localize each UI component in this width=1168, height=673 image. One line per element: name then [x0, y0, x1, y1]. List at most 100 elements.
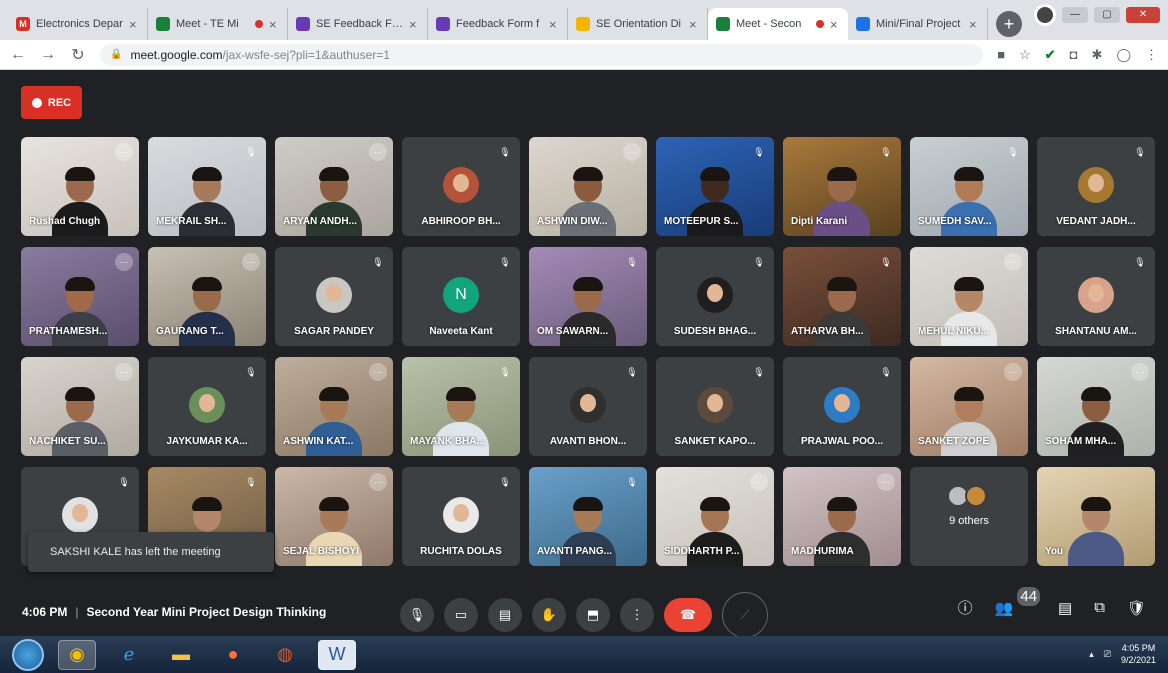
present-button[interactable]: ⬒ — [576, 598, 610, 632]
browser-tab[interactable]: Feedback Form f × — [428, 8, 568, 40]
tile-options-icon[interactable]: ⋯ — [877, 473, 895, 491]
leave-call-button[interactable]: ☎ — [664, 598, 712, 632]
tray-arrow-icon[interactable]: ▴ — [1089, 649, 1094, 660]
tile-options-icon[interactable]: ⋯ — [1004, 363, 1022, 381]
reload-icon[interactable]: ↻ — [70, 45, 86, 65]
word-taskbar-icon[interactable]: W — [318, 639, 356, 670]
participant-tile[interactable]: 🎙 ATHARVA BH... — [783, 247, 901, 346]
participant-tile[interactable]: ⋯ SEJAL BISHOYI — [275, 467, 393, 566]
tile-options-icon[interactable]: ⋯ — [369, 143, 387, 161]
tile-options-icon[interactable]: ⋯ — [115, 143, 133, 161]
chat-icon[interactable]: ▤ — [1058, 599, 1072, 617]
participant-tile[interactable]: 🎙 SANKET KAPO... — [656, 357, 774, 456]
participant-tile[interactable]: 🎙 ABHIROOP BH... — [402, 137, 520, 236]
app-taskbar-icon[interactable]: ◍ — [266, 640, 304, 670]
profile-icon[interactable]: ◯ — [1116, 47, 1131, 63]
participant-tile[interactable]: 🎙 VEDANT JADH... — [1037, 137, 1155, 236]
camera-permission-icon[interactable]: ■ — [997, 47, 1005, 62]
participant-tile[interactable]: You — [1037, 467, 1155, 566]
participant-tile[interactable]: ⋯ Rushad Chugh — [21, 137, 139, 236]
profile-avatar[interactable] — [1034, 4, 1056, 26]
meeting-details-icon[interactable]: ⓘ — [958, 597, 973, 618]
minimize-button[interactable]: — — [1062, 7, 1088, 23]
participant-tile[interactable]: 🎙 MEKRAIL SH... — [148, 137, 266, 236]
close-tab-icon[interactable]: × — [409, 17, 419, 32]
participant-tile[interactable]: ⋯ SOHAM MHA... — [1037, 357, 1155, 456]
taskbar-clock[interactable]: 4:05 PM 9/2/2021 — [1121, 642, 1156, 666]
tile-options-icon[interactable]: ⋯ — [1131, 363, 1149, 381]
maximize-button[interactable]: ▢ — [1094, 7, 1120, 23]
participant-tile[interactable]: ⋯ SANKET ZOPE — [910, 357, 1028, 456]
people-icon[interactable]: 👥44 — [995, 586, 1041, 617]
explorer-taskbar-icon[interactable]: ▬ — [162, 640, 200, 670]
participant-tile[interactable]: N 🎙 Naveeta Kant — [402, 247, 520, 346]
participant-tile[interactable]: 🎙 OM SAWARN... — [529, 247, 647, 346]
extension-check-icon[interactable]: ✔ — [1045, 47, 1056, 63]
close-tab-icon[interactable]: × — [969, 17, 979, 32]
browser-tab[interactable]: Meet - Secon × — [708, 8, 848, 40]
activities-icon[interactable]: ⧉ — [1094, 599, 1105, 616]
participant-tile[interactable]: ⋯ ARYAN ANDH... — [275, 137, 393, 236]
browser-tab[interactable]: Mini/Final Project × — [848, 8, 988, 40]
forward-icon[interactable]: → — [40, 46, 56, 64]
close-tab-icon[interactable]: × — [549, 17, 559, 32]
menu-dots-icon[interactable]: ⋮ — [1145, 47, 1158, 63]
tray-network-icon[interactable]: ⎚ — [1104, 649, 1111, 660]
back-icon[interactable]: ← — [10, 46, 26, 64]
close-tab-icon[interactable]: × — [129, 17, 139, 32]
puzzle-extension-icon[interactable]: ✱ — [1092, 47, 1103, 63]
close-tab-icon[interactable]: × — [830, 17, 840, 32]
participant-tile[interactable]: ⋯ ASHWIN KAT... — [275, 357, 393, 456]
captions-button[interactable]: ▤ — [488, 598, 522, 632]
tile-options-icon[interactable]: ⋯ — [115, 363, 133, 381]
participant-tile[interactable]: ⋯ SIDDHARTH P... — [656, 467, 774, 566]
participant-tile[interactable]: 🎙 AVANTI PANG... — [529, 467, 647, 566]
browser-tab[interactable]: M Electronics Depar × — [8, 8, 148, 40]
browser-tab[interactable]: SE Orientation Di × — [568, 8, 708, 40]
participant-tile[interactable]: ⋯ NACHIKET SU... — [21, 357, 139, 456]
tile-options-icon[interactable]: ⋯ — [115, 253, 133, 271]
microphone-button[interactable]: 🎙 — [400, 598, 434, 632]
firefox-taskbar-icon[interactable]: ● — [214, 640, 252, 670]
participant-tile[interactable]: 🎙 AVANTI BHON... — [529, 357, 647, 456]
participant-tile[interactable]: 🎙 SAGAR PANDEY — [275, 247, 393, 346]
participant-tile[interactable]: 🎙 PRAJWAL POO... — [783, 357, 901, 456]
new-tab-button[interactable]: + — [996, 11, 1022, 37]
tile-options-icon[interactable]: ⋯ — [1004, 253, 1022, 271]
bookmark-star-icon[interactable]: ☆ — [1019, 47, 1031, 63]
close-tab-icon[interactable]: × — [269, 17, 279, 32]
close-window-button[interactable]: ✕ — [1126, 7, 1160, 23]
meeting-title[interactable]: Second Year Mini Project Design Thinking — [86, 605, 326, 619]
pen-tool-button[interactable]: ⟋ — [722, 592, 768, 638]
extension-box-icon[interactable]: ◘ — [1070, 47, 1078, 62]
start-button-icon[interactable] — [12, 638, 44, 671]
camera-button[interactable]: ▭ — [444, 598, 478, 632]
participant-tile[interactable]: 🎙 Dipti Karani — [783, 137, 901, 236]
participant-tile[interactable]: ⋯ ASHWIN DIW... — [529, 137, 647, 236]
url-field[interactable]: 🔒 meet.google.com/jax-wsfe-sej?pli=1&aut… — [100, 43, 984, 66]
tile-options-icon[interactable]: ⋯ — [369, 473, 387, 491]
tile-options-icon[interactable]: ⋯ — [369, 363, 387, 381]
participant-tile[interactable]: 🎙 RUCHITA DOLAS — [402, 467, 520, 566]
ie-taskbar-icon[interactable]: e — [110, 640, 148, 670]
tile-options-icon[interactable]: ⋯ — [623, 143, 641, 161]
participant-tile[interactable]: 🎙 SHANTANU AM... — [1037, 247, 1155, 346]
participant-tile[interactable]: ⋯ PRATHAMESH... — [21, 247, 139, 346]
host-controls-icon[interactable]: 🛡 — [1127, 599, 1146, 617]
participant-tile[interactable]: 🎙 MAYANK BHA... — [402, 357, 520, 456]
participant-tile[interactable]: 🎙 JAYKUMAR KA... — [148, 357, 266, 456]
close-tab-icon[interactable]: × — [689, 17, 699, 32]
participant-tile[interactable]: ⋯ MADHURIMA — [783, 467, 901, 566]
participant-tile[interactable]: ⋯ MEHUL NIKU... — [910, 247, 1028, 346]
participant-tile[interactable]: ⋯ GAURANG T... — [148, 247, 266, 346]
participant-tile[interactable]: 🎙 SUMEDH SAV... — [910, 137, 1028, 236]
chrome-taskbar-icon[interactable]: ◉ — [58, 639, 96, 670]
more-options-button[interactable]: ⋮ — [620, 598, 654, 632]
browser-tab[interactable]: SE Feedback Form × — [288, 8, 428, 40]
browser-tab[interactable]: Meet - TE Mi × — [148, 8, 288, 40]
participant-tile[interactable]: 9 others — [910, 467, 1028, 566]
tile-options-icon[interactable]: ⋯ — [242, 253, 260, 271]
tile-options-icon[interactable]: ⋯ — [750, 473, 768, 491]
participant-tile[interactable]: 🎙 SUDESH BHAG... — [656, 247, 774, 346]
raise-hand-button[interactable]: ✋ — [532, 598, 566, 632]
